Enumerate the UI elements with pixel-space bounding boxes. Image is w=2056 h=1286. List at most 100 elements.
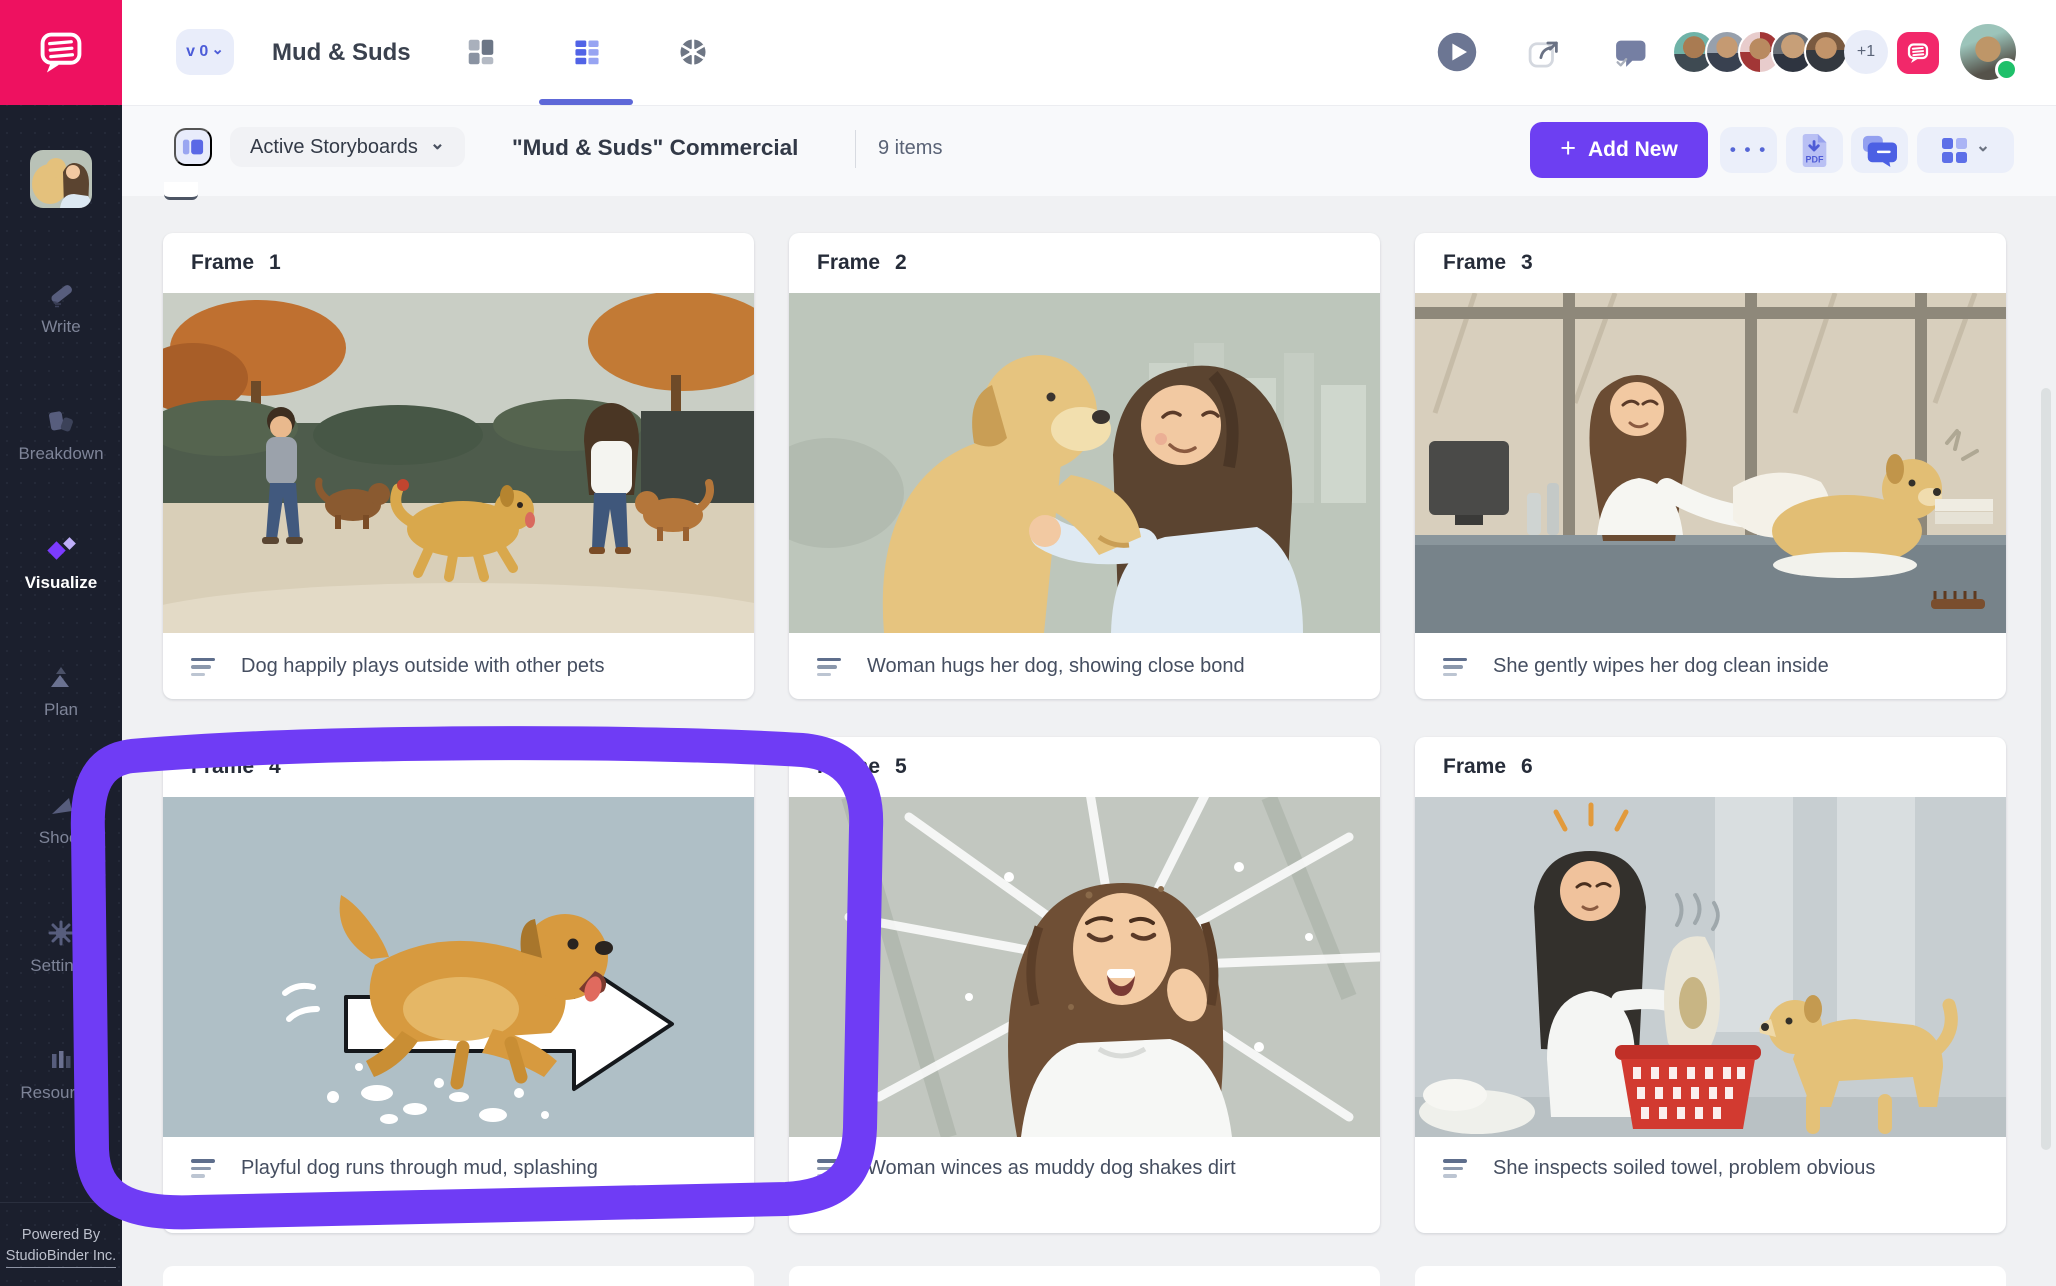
frame-caption[interactable]: Playful dog runs through mud, splashing bbox=[163, 1137, 754, 1233]
play-icon bbox=[1437, 26, 1477, 78]
sidebar-item-breakdown[interactable]: Breakdown bbox=[0, 407, 122, 464]
share-button[interactable] bbox=[1521, 30, 1567, 76]
scrolled-card-sliver bbox=[164, 182, 198, 200]
frame-image-towel-scene bbox=[1415, 797, 2006, 1137]
storyboard-frame-card-4[interactable]: Frame 4 bbox=[163, 737, 754, 1233]
chevron-down-icon: ⌄ bbox=[430, 133, 445, 154]
caption-text: She gently wipes her dog clean inside bbox=[1493, 655, 1829, 678]
description-lines-icon bbox=[817, 658, 841, 677]
collaborator-avatar[interactable] bbox=[1804, 30, 1848, 74]
sidebar-item-visualize[interactable]: Visualize bbox=[0, 536, 122, 593]
frame-caption[interactable]: Woman winces as muddy dog shakes dirt bbox=[789, 1137, 1380, 1233]
description-lines-icon bbox=[1443, 658, 1467, 677]
add-new-button[interactable]: + Add New bbox=[1530, 122, 1708, 178]
studiobinder-link[interactable]: StudioBinder Inc. bbox=[6, 1248, 116, 1268]
storyboards-dropdown[interactable]: Active Storyboards ⌄ bbox=[230, 127, 465, 167]
studiobinder-logo[interactable] bbox=[0, 0, 122, 105]
caption-text: She inspects soiled towel, problem obvio… bbox=[1493, 1157, 1875, 1180]
breakdown-cards-icon bbox=[47, 407, 75, 435]
pdf-label: PDF bbox=[1805, 154, 1823, 164]
storyboard-frame-card-6[interactable]: Frame 6 bbox=[1415, 737, 2006, 1233]
frame-image-mud-run-scene bbox=[163, 797, 754, 1137]
download-pdf-button[interactable]: PDF bbox=[1786, 127, 1843, 173]
visualize-diamonds-icon bbox=[46, 536, 76, 564]
more-options-button[interactable]: • • • bbox=[1720, 127, 1777, 173]
board-toolbar: Active Storyboards ⌄ "Mud & Suds" Commer… bbox=[122, 105, 2056, 196]
chat-bubbles-button[interactable] bbox=[1851, 127, 1908, 173]
project-title: Mud & Suds bbox=[272, 0, 411, 105]
user-avatar[interactable] bbox=[1960, 24, 2016, 80]
toolbar-divider bbox=[855, 130, 856, 168]
frame-number: 5 bbox=[895, 755, 907, 779]
layout-switcher-dropdown[interactable]: ⌄ bbox=[1917, 127, 2014, 173]
aperture-icon bbox=[679, 33, 707, 71]
sidebar-item-label: Visualize bbox=[25, 573, 97, 593]
frame-caption[interactable]: She inspects soiled towel, problem obvio… bbox=[1415, 1137, 2006, 1233]
frame-number: 1 bbox=[269, 251, 281, 275]
frame-caption[interactable]: Woman hugs her dog, showing close bond bbox=[789, 633, 1380, 699]
frame-image-shake-scene bbox=[789, 797, 1380, 1137]
frame-caption[interactable]: She gently wipes her dog clean inside bbox=[1415, 633, 2006, 699]
storyboard-frame-card-3[interactable]: Frame 3 bbox=[1415, 233, 2006, 699]
frame-label: Frame bbox=[1443, 251, 1506, 275]
ellipsis-icon: • • • bbox=[1730, 140, 1767, 160]
grid-glyph-icon bbox=[1941, 137, 1968, 164]
storyboards-dropdown-label: Active Storyboards bbox=[250, 136, 418, 159]
frame-header: Frame 5 bbox=[789, 737, 1380, 797]
description-lines-icon bbox=[1443, 1159, 1467, 1178]
next-row-card-partial bbox=[789, 1266, 1380, 1286]
storyboard-grid: Frame 1 bbox=[122, 195, 2056, 1286]
play-animatic-button[interactable] bbox=[1431, 26, 1483, 78]
frame-caption[interactable]: Dog happily plays outside with other pet… bbox=[163, 633, 754, 699]
comment-check-icon bbox=[1613, 31, 1647, 75]
top-header: v 0 ⌄ Mud & Suds bbox=[122, 0, 2056, 105]
frame-header: Frame 6 bbox=[1415, 737, 2006, 797]
side-panel-icon bbox=[182, 137, 204, 157]
speech-bubble-logo-icon bbox=[35, 27, 87, 79]
vertical-scrollbar-thumb[interactable] bbox=[2041, 388, 2051, 1150]
sidebar-item-label: Settings bbox=[30, 956, 91, 976]
sidebar-item-resources[interactable]: Resources bbox=[0, 1046, 122, 1103]
storyboard-frame-card-2[interactable]: Frame 2 bbox=[789, 233, 1380, 699]
feedback-button[interactable] bbox=[1897, 32, 1939, 74]
sidebar-item-settings[interactable]: Settings bbox=[0, 919, 122, 976]
view-aperture-tab[interactable] bbox=[673, 32, 713, 72]
frame-label: Frame bbox=[191, 755, 254, 779]
sidebar-item-label: Resources bbox=[20, 1083, 101, 1103]
pen-icon bbox=[47, 280, 75, 308]
shoot-icon bbox=[47, 791, 75, 819]
items-count: 9 items bbox=[878, 106, 942, 190]
description-lines-icon bbox=[191, 658, 215, 677]
powered-by: Powered By StudioBinder Inc. bbox=[0, 1202, 122, 1286]
project-thumbnail[interactable] bbox=[30, 150, 92, 208]
chevron-down-icon: ⌄ bbox=[1976, 136, 1990, 156]
view-mosaic-tab[interactable] bbox=[462, 33, 500, 71]
chat-bubbles-icon bbox=[1862, 133, 1898, 167]
version-dropdown[interactable]: v 0 ⌄ bbox=[176, 29, 234, 75]
panel-toggle-button[interactable] bbox=[174, 128, 212, 166]
storyboard-frame-card-5[interactable]: Frame 5 bbox=[789, 737, 1380, 1233]
comments-button[interactable] bbox=[1607, 30, 1653, 76]
sidebar-item-label: Breakdown bbox=[18, 444, 103, 464]
resources-bars-icon bbox=[47, 1046, 75, 1074]
caption-text: Woman winces as muddy dog shakes dirt bbox=[867, 1157, 1236, 1180]
view-grid-tab-active[interactable] bbox=[568, 33, 606, 71]
collaborators-overflow-badge[interactable]: +1 bbox=[1844, 30, 1888, 74]
frame-header: Frame 2 bbox=[789, 233, 1380, 293]
sidebar-item-shoot[interactable]: Shoot bbox=[0, 791, 122, 848]
frame-number: 4 bbox=[269, 755, 281, 779]
next-row-card-partial bbox=[1415, 1266, 2006, 1286]
frame-header: Frame 3 bbox=[1415, 233, 2006, 293]
frame-label: Frame bbox=[817, 251, 880, 275]
sidebar-item-write[interactable]: Write bbox=[0, 280, 122, 337]
frame-number: 6 bbox=[1521, 755, 1533, 779]
frame-number: 3 bbox=[1521, 251, 1533, 275]
studiobinder-app: Write Breakdown Visualize Plan bbox=[0, 0, 2056, 1286]
sidebar-item-label: Write bbox=[41, 317, 80, 337]
frame-header: Frame 1 bbox=[163, 233, 754, 293]
sidebar-item-plan[interactable]: Plan bbox=[0, 663, 122, 720]
storyboard-frame-card-1[interactable]: Frame 1 bbox=[163, 233, 754, 699]
frame-label: Frame bbox=[191, 251, 254, 275]
sidebar-item-label: Shoot bbox=[39, 828, 83, 848]
frame-header: Frame 4 bbox=[163, 737, 754, 797]
